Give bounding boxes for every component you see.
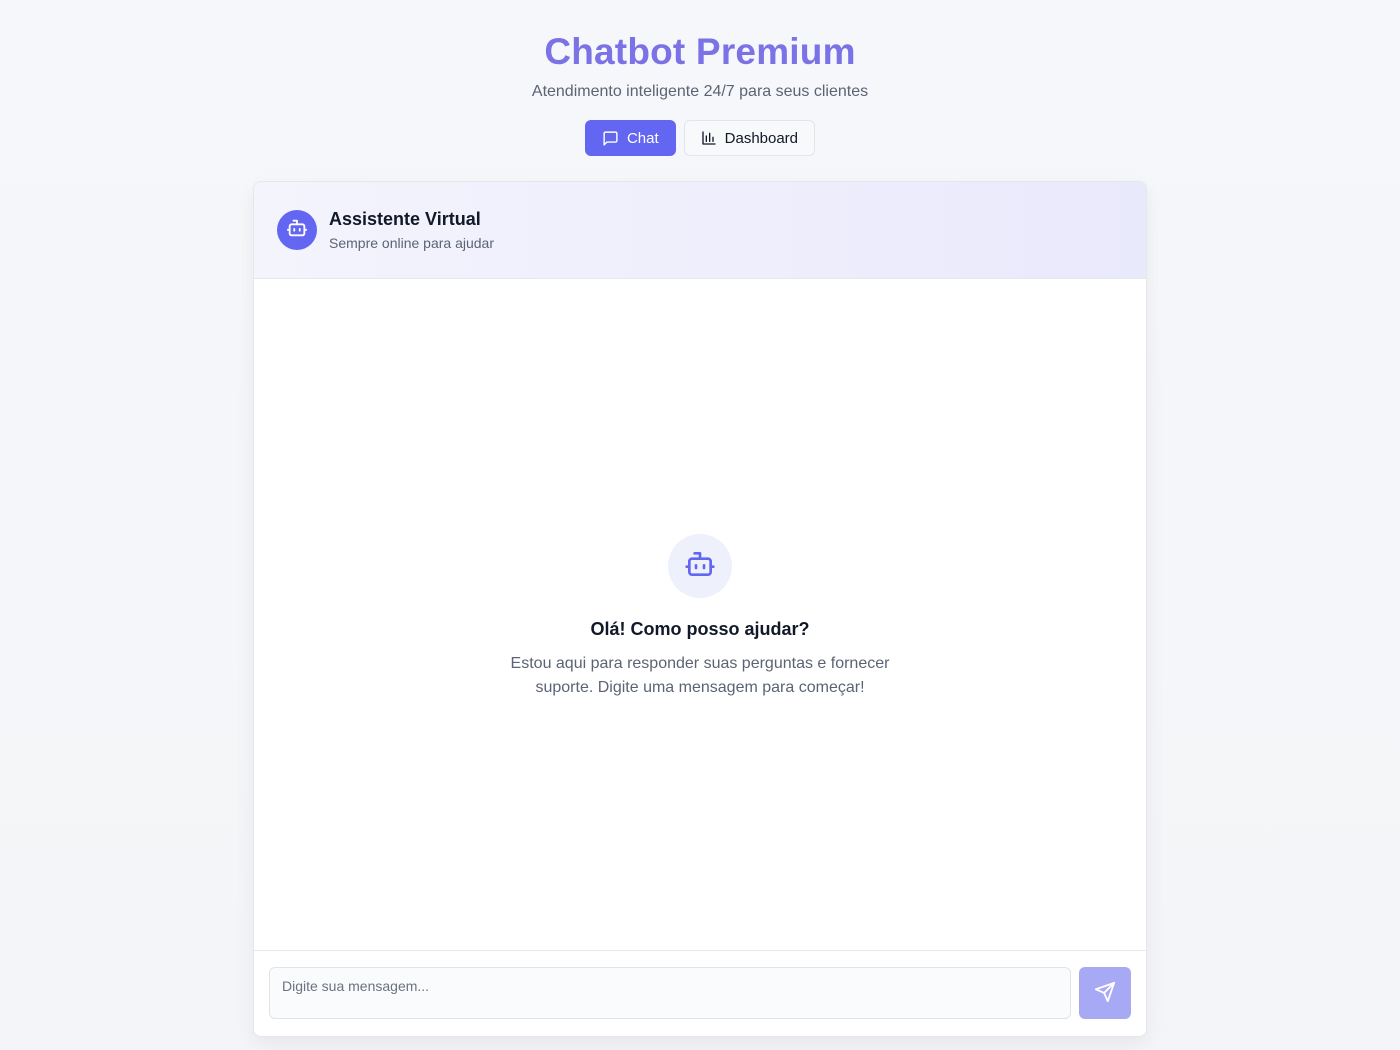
message-list[interactable]: Olá! Como posso ajudar? Estou aqui para … xyxy=(254,279,1146,953)
app-header: Chatbot Premium Atendimento inteligente … xyxy=(0,0,1400,156)
bot-icon xyxy=(286,217,308,244)
message-square-icon xyxy=(602,130,619,147)
bar-chart-icon xyxy=(701,130,717,146)
chat-header: Assistente Virtual Sempre online para aj… xyxy=(254,182,1146,279)
composer xyxy=(254,950,1146,1036)
app-page: Chatbot Premium Atendimento inteligente … xyxy=(0,0,1400,1050)
empty-state-title: Olá! Como posso ajudar? xyxy=(590,619,810,639)
assistant-avatar xyxy=(277,210,317,250)
tab-chat-label: Chat xyxy=(626,129,659,147)
chat-panel: Assistente Virtual Sempre online para aj… xyxy=(253,181,1147,1037)
send-icon xyxy=(1094,981,1116,1006)
main-nav: Chat Dashboard xyxy=(0,120,1400,156)
page-title: Chatbot Premium xyxy=(544,31,856,72)
empty-state-description: Estou aqui para responder suas perguntas… xyxy=(510,655,890,696)
assistant-info: Assistente Virtual Sempre online para aj… xyxy=(329,208,494,252)
message-input[interactable] xyxy=(269,967,1071,1019)
send-button[interactable] xyxy=(1079,967,1131,1019)
empty-state-avatar xyxy=(668,534,732,598)
tab-dashboard-label: Dashboard xyxy=(724,129,799,147)
assistant-name: Assistente Virtual xyxy=(329,209,481,229)
page-subtitle: Atendimento inteligente 24/7 para seus c… xyxy=(531,83,869,100)
assistant-status: Sempre online para ajudar xyxy=(329,235,494,251)
tab-dashboard[interactable]: Dashboard xyxy=(683,120,816,156)
bot-icon xyxy=(684,548,716,585)
tab-chat[interactable]: Chat xyxy=(584,120,676,156)
empty-state: Olá! Como posso ajudar? Estou aqui para … xyxy=(254,534,1146,700)
